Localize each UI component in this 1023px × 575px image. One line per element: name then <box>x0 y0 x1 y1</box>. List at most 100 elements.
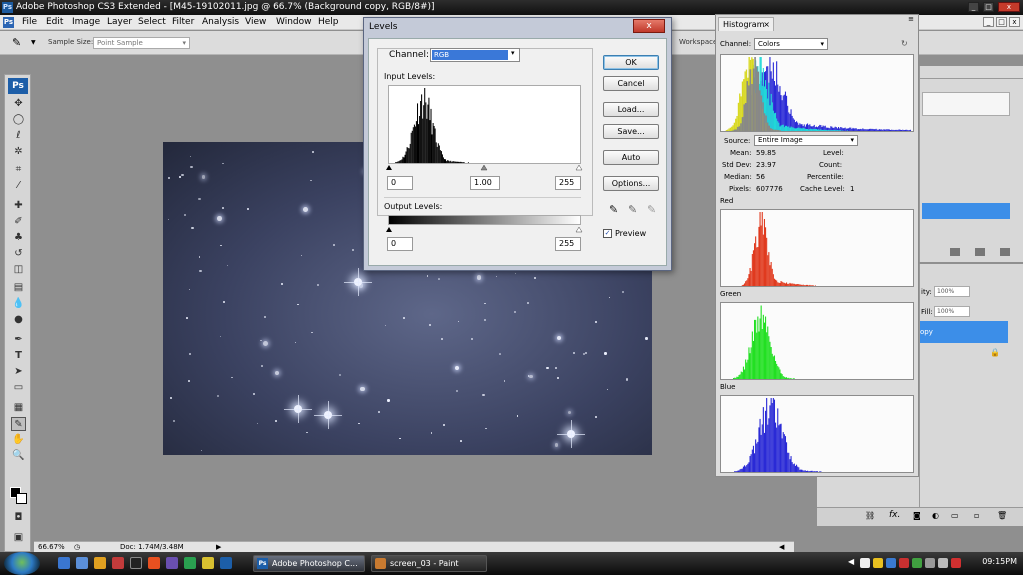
new-layer-icon[interactable]: ▫ <box>974 511 979 520</box>
channel-select[interactable]: RGB ▾ <box>430 48 520 62</box>
move-tool-icon[interactable]: ✥ <box>11 97 26 111</box>
tray-icon[interactable] <box>899 558 909 568</box>
panel-menu-icon[interactable]: ≡ <box>908 15 914 23</box>
mask-icon[interactable]: ◙ <box>913 511 921 520</box>
fill-field[interactable]: 100% <box>934 306 970 317</box>
app-icon[interactable] <box>184 557 196 569</box>
type-tool-icon[interactable]: T <box>11 349 26 363</box>
eyedropper-tool-icon[interactable]: ✎ <box>11 417 26 431</box>
panel-icon[interactable] <box>975 248 985 256</box>
panel-icon[interactable] <box>950 248 960 256</box>
marquee-tool-icon[interactable]: ◯ <box>11 113 26 127</box>
menu-filter[interactable]: Filter <box>172 15 194 30</box>
white-eyedropper-icon[interactable]: ✎ <box>647 203 656 216</box>
black-point-slider[interactable] <box>386 165 392 170</box>
fx-icon[interactable]: fx. <box>889 510 900 520</box>
eraser-tool-icon[interactable]: ◫ <box>11 263 26 277</box>
firefox-icon[interactable] <box>148 557 160 569</box>
menu-select[interactable]: Select <box>138 15 166 30</box>
source-select[interactable]: Entire Image ▾ <box>754 135 858 146</box>
pen-tool-icon[interactable]: ✒ <box>11 333 26 347</box>
clone-stamp-tool-icon[interactable]: ♣ <box>11 231 26 245</box>
doc-restore-icon[interactable]: □ <box>996 17 1007 27</box>
selected-item[interactable] <box>922 203 1010 219</box>
input-slider-track[interactable] <box>384 163 584 171</box>
quick-mask-icon[interactable]: ◘ <box>11 511 26 525</box>
menu-analysis[interactable]: Analysis <box>202 15 239 30</box>
menu-view[interactable]: View <box>245 15 266 30</box>
menu-layer[interactable]: Layer <box>107 15 132 30</box>
trash-icon[interactable] <box>1000 248 1010 256</box>
menu-file[interactable]: File <box>22 15 37 30</box>
minimize-icon[interactable]: _ <box>968 2 979 12</box>
black-eyedropper-icon[interactable]: ✎ <box>609 203 618 216</box>
output-slider-track[interactable] <box>384 225 584 233</box>
zoom-tool-icon[interactable]: 🔍 <box>11 449 26 463</box>
tray-icon[interactable] <box>860 558 870 568</box>
status-arrow-icon[interactable]: ▶ <box>216 542 221 552</box>
shape-tool-icon[interactable]: ▭ <box>11 381 26 395</box>
task-photoshop[interactable]: Ps Adobe Photoshop C... <box>253 555 365 572</box>
photoshop-quicklaunch-icon[interactable] <box>220 557 232 569</box>
crop-tool-icon[interactable]: ⌗ <box>11 163 26 177</box>
auto-button[interactable]: Auto <box>603 150 659 165</box>
close-tab-icon[interactable]: × <box>763 18 770 31</box>
app-icon[interactable] <box>166 557 178 569</box>
status-icon[interactable]: ◷ <box>74 542 80 552</box>
volume-icon[interactable] <box>938 558 948 568</box>
eyedropper-icon[interactable]: ✎ <box>12 36 21 49</box>
history-brush-tool-icon[interactable]: ↺ <box>11 247 26 261</box>
doc-minimize-icon[interactable]: _ <box>983 17 994 27</box>
dodge-tool-icon[interactable]: ● <box>11 313 26 327</box>
white-point-slider[interactable] <box>575 164 583 171</box>
media-icon[interactable] <box>112 557 124 569</box>
lasso-tool-icon[interactable]: ℓ <box>11 129 26 143</box>
sample-size-select[interactable]: Point Sample ▾ <box>93 37 190 49</box>
doc-close-icon[interactable]: x <box>1009 17 1020 27</box>
hand-tool-icon[interactable]: ✋ <box>11 433 26 447</box>
scroll-left-icon[interactable]: ◀ <box>779 542 784 552</box>
maximize-icon[interactable]: □ <box>983 2 994 12</box>
ok-button[interactable]: OK <box>603 55 659 70</box>
tray-icon[interactable] <box>886 558 896 568</box>
adjustment-icon[interactable]: ◐ <box>932 511 939 520</box>
blur-tool-icon[interactable]: 💧 <box>11 297 26 311</box>
menu-edit[interactable]: Edit <box>46 15 63 30</box>
tool-preset-chevron-icon[interactable]: ▼ <box>31 39 36 46</box>
gradient-tool-icon[interactable]: ▤ <box>11 281 26 295</box>
output-white-slider[interactable] <box>575 226 583 233</box>
folder-icon[interactable] <box>76 557 88 569</box>
tray-expand-icon[interactable]: ◀ <box>848 557 854 566</box>
input-gamma-field[interactable]: 1.00 <box>470 176 500 190</box>
output-white-field[interactable]: 255 <box>555 237 581 251</box>
input-black-field[interactable]: 0 <box>387 176 413 190</box>
cancel-button[interactable]: Cancel <box>603 76 659 91</box>
histogram-tab[interactable]: Histogram × <box>718 17 774 31</box>
slice-tool-icon[interactable]: ⁄ <box>11 179 26 193</box>
path-selection-tool-icon[interactable]: ➤ <box>11 365 26 379</box>
link-icon[interactable]: ⛓ <box>865 511 875 520</box>
input-white-field[interactable]: 255 <box>555 176 581 190</box>
gamma-slider[interactable] <box>480 164 488 171</box>
background-color-swatch[interactable] <box>16 493 27 504</box>
ie-icon[interactable] <box>58 557 70 569</box>
preview-checkbox[interactable]: ✓ <box>603 229 612 238</box>
menu-help[interactable]: Help <box>318 15 339 30</box>
menu-window[interactable]: Window <box>276 15 312 30</box>
histogram-channel-select[interactable]: Colors ▾ <box>754 38 828 50</box>
healing-brush-tool-icon[interactable]: ✚ <box>11 199 26 213</box>
start-button[interactable] <box>4 552 40 575</box>
workspace-button[interactable]: Workspace <box>679 38 717 46</box>
output-black-slider[interactable] <box>386 227 392 232</box>
layer-row-selected[interactable]: opy <box>920 321 1008 343</box>
brush-tool-icon[interactable]: ✐ <box>11 215 26 229</box>
zoom-level[interactable]: 66.67% <box>38 542 65 552</box>
menu-image[interactable]: Image <box>72 15 100 30</box>
options-button[interactable]: Options... <box>603 176 659 191</box>
close-window-icon[interactable]: x <box>998 2 1020 12</box>
magic-wand-tool-icon[interactable]: ✲ <box>11 145 26 159</box>
app-icon[interactable] <box>202 557 214 569</box>
mail-icon[interactable] <box>94 557 106 569</box>
tray-icon[interactable] <box>912 558 922 568</box>
app-icon[interactable] <box>130 557 142 569</box>
